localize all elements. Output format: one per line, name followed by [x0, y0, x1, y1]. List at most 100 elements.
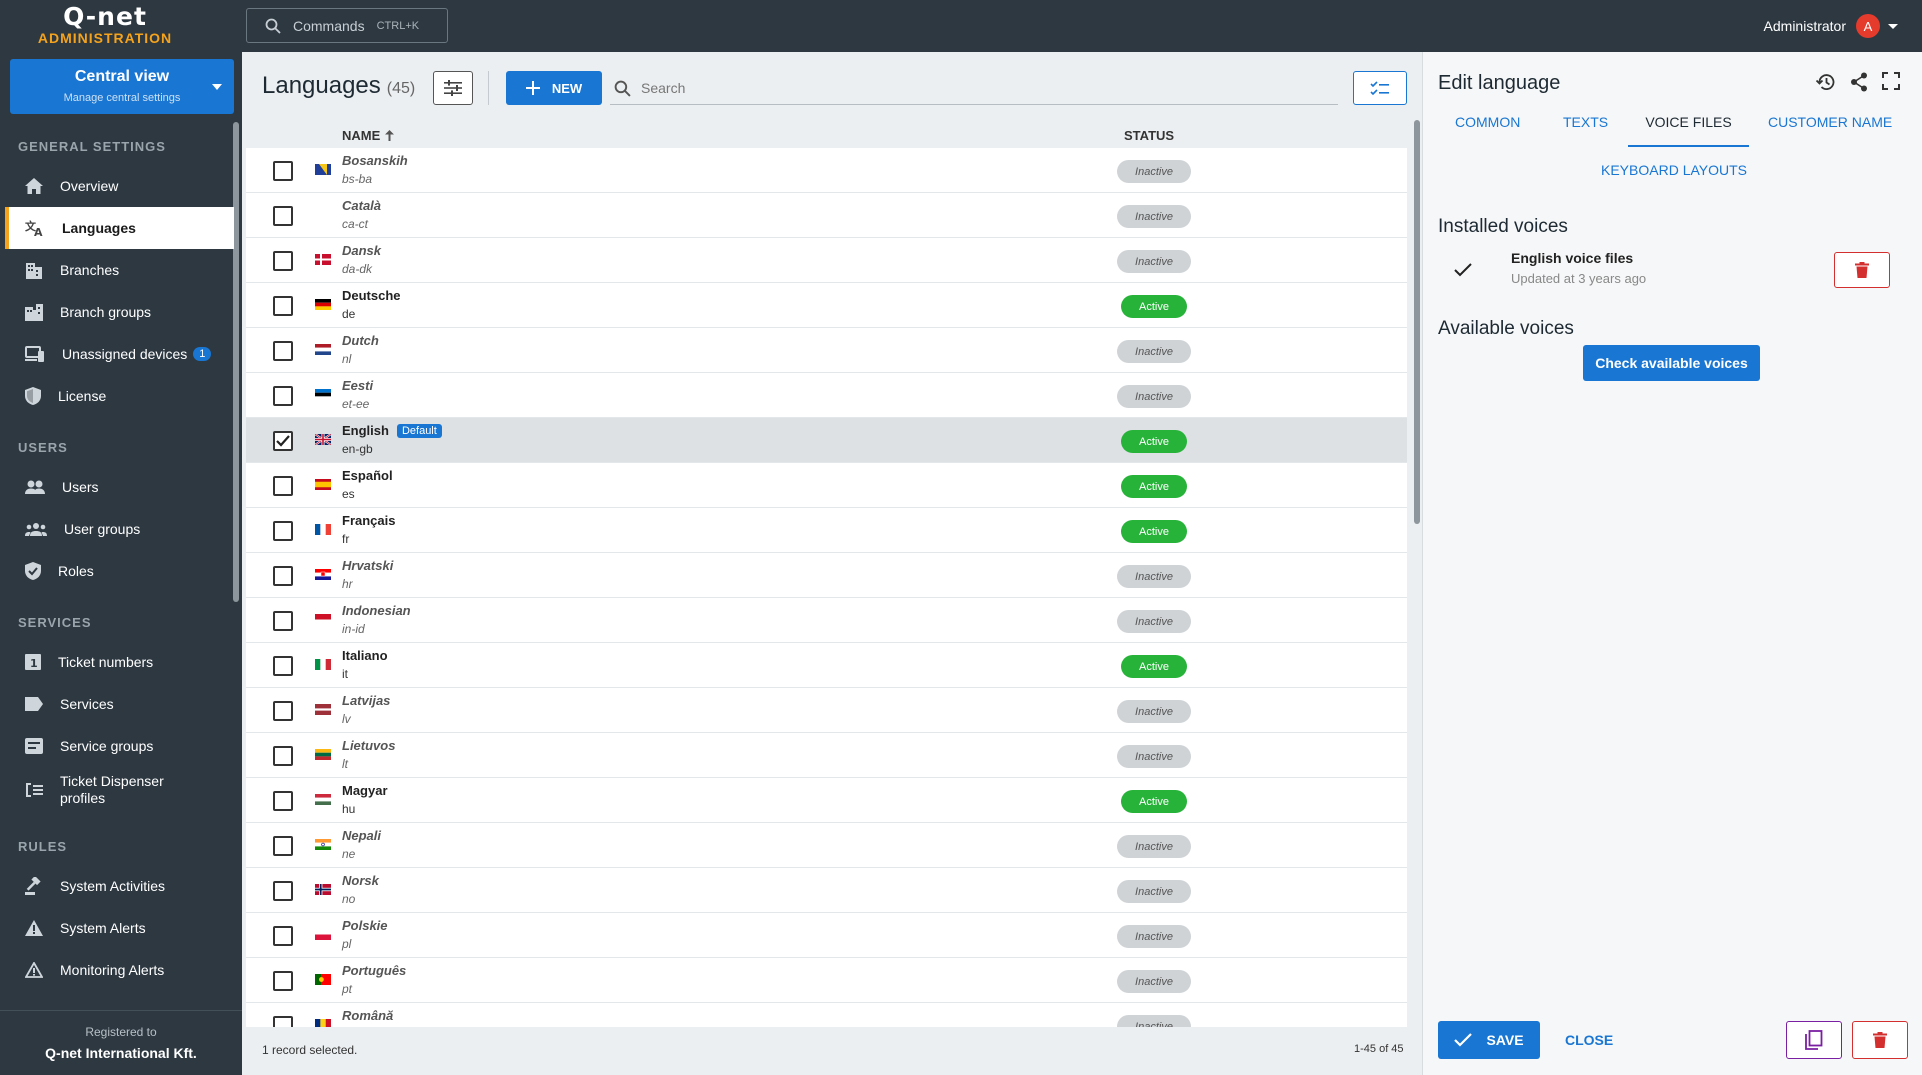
sidebar-item-unassigned-devices[interactable]: Unassigned devices 1 — [5, 333, 234, 375]
sidebar-item-license[interactable]: License — [5, 375, 234, 417]
table-row[interactable]: Indonesian in-id Inactive — [246, 598, 1407, 643]
sidebar-item-system-alerts[interactable]: System Alerts — [5, 907, 234, 949]
column-header-status[interactable]: STATUS — [1124, 128, 1174, 143]
user-menu[interactable]: Administrator A — [1764, 14, 1898, 38]
row-checkbox[interactable] — [273, 701, 293, 721]
language-code: de — [342, 307, 356, 321]
sidebar-item-user-groups[interactable]: User groups — [5, 508, 234, 550]
commands-search[interactable]: Commands CTRL+K — [246, 8, 448, 43]
table-row[interactable]: Español es Active — [246, 463, 1407, 508]
table-row[interactable]: Français fr Active — [246, 508, 1407, 553]
table-row[interactable]: Hrvatski hr Inactive — [246, 553, 1407, 598]
sidebar-item-users[interactable]: Users — [5, 466, 234, 508]
filter-settings-button[interactable] — [433, 71, 473, 105]
language-name-text: Italiano — [342, 648, 388, 663]
logo[interactable]: Q-net ADMINISTRATION — [30, 4, 180, 47]
row-checkbox[interactable] — [273, 791, 293, 811]
status-badge: Inactive — [1117, 250, 1191, 273]
language-code: in-id — [342, 622, 365, 636]
close-button[interactable]: CLOSE — [1565, 1032, 1613, 1048]
fullscreen-icon[interactable] — [1882, 72, 1900, 90]
search-icon — [614, 80, 631, 97]
table-row[interactable]: Lietuvos lt Inactive — [246, 733, 1407, 778]
row-checkbox[interactable] — [273, 206, 293, 226]
sidebar-item-branches[interactable]: Branches — [5, 249, 234, 291]
language-name-text: English — [342, 423, 389, 438]
share-icon[interactable] — [1850, 72, 1868, 92]
central-view-selector[interactable]: Central view Manage central settings — [10, 59, 234, 114]
row-checkbox[interactable] — [273, 611, 293, 631]
language-name-text: Latvijas — [342, 693, 391, 708]
table-row[interactable]: Eesti et-ee Inactive — [246, 373, 1407, 418]
row-checkbox[interactable] — [273, 836, 293, 856]
table-row[interactable]: RomânăroInactive — [246, 1003, 1407, 1028]
row-checkbox[interactable] — [273, 971, 293, 991]
language-name-text: Español — [342, 468, 393, 483]
table-row[interactable]: Italiano it Active — [246, 643, 1407, 688]
table-row[interactable]: Português pt Inactive — [246, 958, 1407, 1003]
row-checkbox[interactable] — [273, 476, 293, 496]
svg-text:1: 1 — [30, 657, 38, 670]
duplicate-button[interactable] — [1786, 1021, 1842, 1059]
table-row[interactable]: Norsk no Inactive — [246, 868, 1407, 913]
new-button[interactable]: NEW — [506, 71, 602, 105]
home-icon — [25, 178, 43, 194]
search-placeholder: Search — [641, 80, 686, 96]
delete-button[interactable] — [1852, 1021, 1908, 1059]
tab-customer-name[interactable]: CUSTOMER NAME — [1768, 110, 1892, 142]
tab-voice-files[interactable]: VOICE FILES — [1628, 110, 1749, 147]
table-row[interactable]: Magyar hu Active — [246, 778, 1407, 823]
tab-common[interactable]: COMMON — [1455, 110, 1520, 142]
row-checkbox[interactable] — [273, 656, 293, 676]
status-badge: Inactive — [1117, 385, 1191, 408]
table-row[interactable]: Dutch nl Inactive — [246, 328, 1407, 373]
flag-icon — [315, 659, 331, 670]
row-checkbox[interactable] — [273, 521, 293, 541]
multi-select-button[interactable] — [1353, 71, 1407, 105]
sidebar-item-overview[interactable]: Overview — [5, 165, 234, 207]
row-checkbox[interactable] — [273, 566, 293, 586]
sidebar-item-services[interactable]: Services — [5, 683, 234, 725]
table-row[interactable]: Bosanskih bs-ba Inactive — [246, 148, 1407, 193]
tab-keyboard-layouts[interactable]: KEYBOARD LAYOUTS — [1601, 158, 1747, 190]
search-input[interactable]: Search — [610, 72, 1338, 105]
row-checkbox[interactable] — [273, 251, 293, 271]
dispenser-profile-icon — [26, 783, 43, 797]
sidebar-item-branch-groups[interactable]: Branch groups — [5, 291, 234, 333]
check-available-voices-button[interactable]: Check available voices — [1583, 345, 1760, 381]
row-checkbox[interactable] — [273, 386, 293, 406]
sidebar-item-ticket-numbers[interactable]: 1 Ticket numbers — [5, 641, 234, 683]
table-row[interactable]: Dansk da-dk Inactive — [246, 238, 1407, 283]
row-checkbox[interactable] — [273, 161, 293, 181]
sidebar-item-system-activities[interactable]: System Activities — [5, 865, 234, 907]
row-checkbox[interactable] — [273, 296, 293, 316]
table-row[interactable]: Nepali ne Inactive — [246, 823, 1407, 868]
sidebar-item-ticket-dispenser-profiles[interactable]: Ticket Dispenser profiles — [5, 767, 234, 813]
panel-actions — [1816, 72, 1900, 92]
table-scrollbar[interactable] — [1414, 120, 1420, 524]
row-checkbox[interactable] — [273, 926, 293, 946]
table-row[interactable]: Deutsche de Active — [246, 283, 1407, 328]
sidebar-item-roles[interactable]: Roles — [5, 550, 234, 592]
panel-title: Edit language — [1438, 72, 1561, 94]
table-row[interactable]: Català ca-ct Inactive — [246, 193, 1407, 238]
tab-texts[interactable]: TEXTS — [1563, 110, 1608, 142]
record-count: (45) — [386, 80, 416, 97]
history-icon[interactable] — [1816, 72, 1836, 92]
voice-name: English voice files — [1511, 250, 1634, 266]
language-name: Magyar — [342, 783, 388, 798]
row-checkbox[interactable] — [273, 341, 293, 361]
table-row[interactable]: Latvijas lv Inactive — [246, 688, 1407, 733]
row-checkbox[interactable] — [273, 431, 293, 451]
row-checkbox[interactable] — [273, 746, 293, 766]
sidebar-item-languages[interactable]: 文A Languages — [5, 207, 234, 249]
language-code: ca-ct — [342, 217, 369, 231]
table-row[interactable]: Polskie pl Inactive — [246, 913, 1407, 958]
sidebar-item-service-groups[interactable]: Service groups — [5, 725, 234, 767]
row-checkbox[interactable] — [273, 881, 293, 901]
delete-voice-button[interactable] — [1834, 252, 1890, 288]
sidebar-item-monitoring-alerts[interactable]: Monitoring Alerts — [5, 949, 234, 991]
table-row[interactable]: English Default en-gb Active — [246, 418, 1407, 463]
save-button[interactable]: SAVE — [1438, 1021, 1540, 1059]
column-header-name[interactable]: NAME — [342, 128, 395, 143]
